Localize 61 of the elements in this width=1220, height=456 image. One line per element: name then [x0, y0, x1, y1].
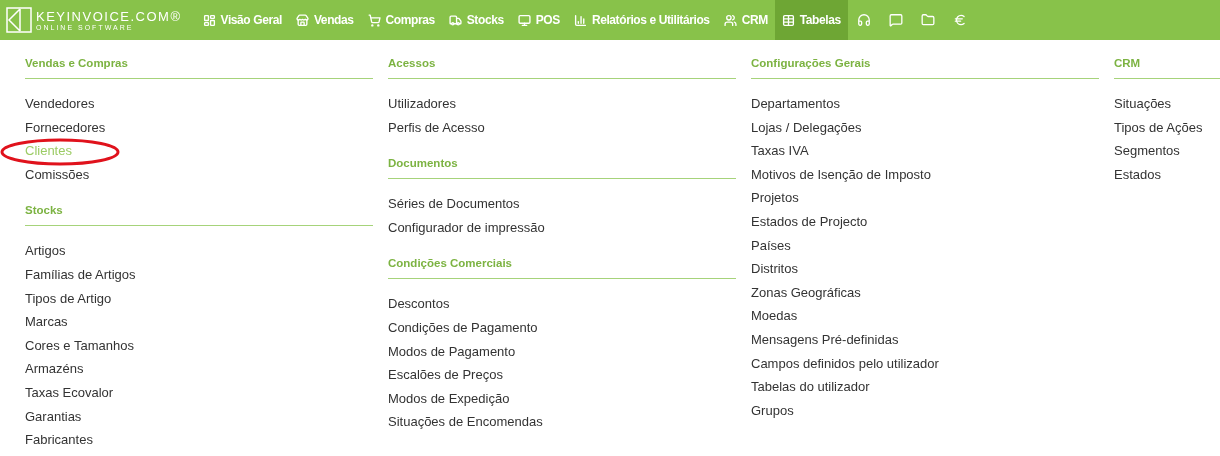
- section-heading: Configurações Gerais: [751, 56, 872, 71]
- menu-link[interactable]: Tipos de Ações: [1114, 115, 1203, 140]
- menu-link[interactable]: Perfis de Acesso: [388, 115, 485, 140]
- users-icon: [723, 13, 737, 27]
- menu-link[interactable]: Modos de Pagamento: [388, 339, 516, 364]
- chat-icon: [888, 13, 903, 27]
- cart-icon: [367, 13, 381, 27]
- logo-icon: [6, 7, 32, 33]
- menu-link[interactable]: Artigos: [25, 239, 66, 263]
- menu-link[interactable]: Motivos de Isenção de Imposto: [751, 162, 931, 187]
- section-heading: CRM: [1114, 56, 1142, 71]
- menu-link[interactable]: Grupos: [751, 398, 794, 423]
- menu-link[interactable]: Armazéns: [25, 357, 84, 381]
- menu-link[interactable]: Zonas Geográficas: [751, 280, 861, 305]
- truck-icon: [448, 13, 462, 27]
- menu-link[interactable]: Tabelas do utilizador: [751, 375, 870, 399]
- menu-link[interactable]: Estados: [1114, 162, 1161, 187]
- menu-link[interactable]: Fornecedores: [25, 115, 106, 140]
- menu-link[interactable]: Moedas: [751, 304, 798, 328]
- bar-chart-icon: [573, 13, 587, 27]
- folder-icon: [920, 13, 935, 27]
- menu-link[interactable]: Marcas: [25, 310, 68, 334]
- section-heading: Documentos: [388, 156, 459, 172]
- section-heading: Condições Comerciais: [388, 256, 513, 272]
- menu-link[interactable]: Utilizadores: [388, 92, 456, 116]
- menu-link[interactable]: Garantias: [25, 404, 82, 429]
- menu-link[interactable]: Condições de Pagamento: [388, 315, 538, 340]
- menu-link[interactable]: Tipos de Artigo: [25, 286, 112, 311]
- headset-icon: [856, 13, 871, 27]
- menu-link[interactable]: Projetos: [751, 186, 799, 210]
- menu-link[interactable]: Cores e Tamanhos: [25, 333, 134, 358]
- menu-link[interactable]: Estados de Projecto: [751, 209, 868, 234]
- menu-link[interactable]: Fabricantes: [25, 428, 93, 452]
- store-icon: [295, 13, 309, 27]
- menu-link[interactable]: Vendedores: [25, 92, 95, 116]
- menu-link[interactable]: Comissões: [25, 162, 90, 187]
- menu-link[interactable]: Distritos: [751, 257, 798, 281]
- menu-link[interactable]: Situações de Encomendas: [388, 410, 543, 434]
- dashboard-icon: [202, 13, 216, 27]
- menu-link[interactable]: Mensagens Pré-definidas: [751, 327, 899, 352]
- section-heading: Acessos: [388, 56, 437, 71]
- menu-link[interactable]: Situações: [1114, 92, 1172, 116]
- menu-link[interactable]: Modos de Expedição: [388, 386, 510, 411]
- menu-link[interactable]: Configurador de impressão: [388, 215, 545, 240]
- menu-link[interactable]: Escalões de Preços: [388, 363, 503, 387]
- menu-link[interactable]: Descontos: [388, 292, 450, 316]
- menu-link[interactable]: Séries de Documentos: [388, 192, 520, 216]
- euro-icon: [952, 13, 967, 27]
- table-icon: [781, 13, 795, 27]
- menu-link[interactable]: Países: [751, 233, 791, 258]
- menu-link[interactable]: Segmentos: [1114, 139, 1180, 163]
- menu-link[interactable]: Taxas Ecovalor: [25, 380, 114, 405]
- menu-link[interactable]: Departamentos: [751, 92, 840, 116]
- monitor-icon: [517, 13, 531, 27]
- menu-link[interactable]: Campos definidos pelo utilizador: [751, 351, 939, 376]
- logo-name: KEYINVOICE.COM®: [36, 9, 182, 23]
- menu-link[interactable]: Lojas / Delegações: [751, 115, 862, 140]
- section-heading: Stocks: [25, 203, 64, 219]
- menu-link[interactable]: Famílias de Artigos: [25, 262, 136, 287]
- menu-link[interactable]: Taxas IVA: [751, 139, 809, 163]
- section-heading: Vendas e Compras: [25, 56, 129, 71]
